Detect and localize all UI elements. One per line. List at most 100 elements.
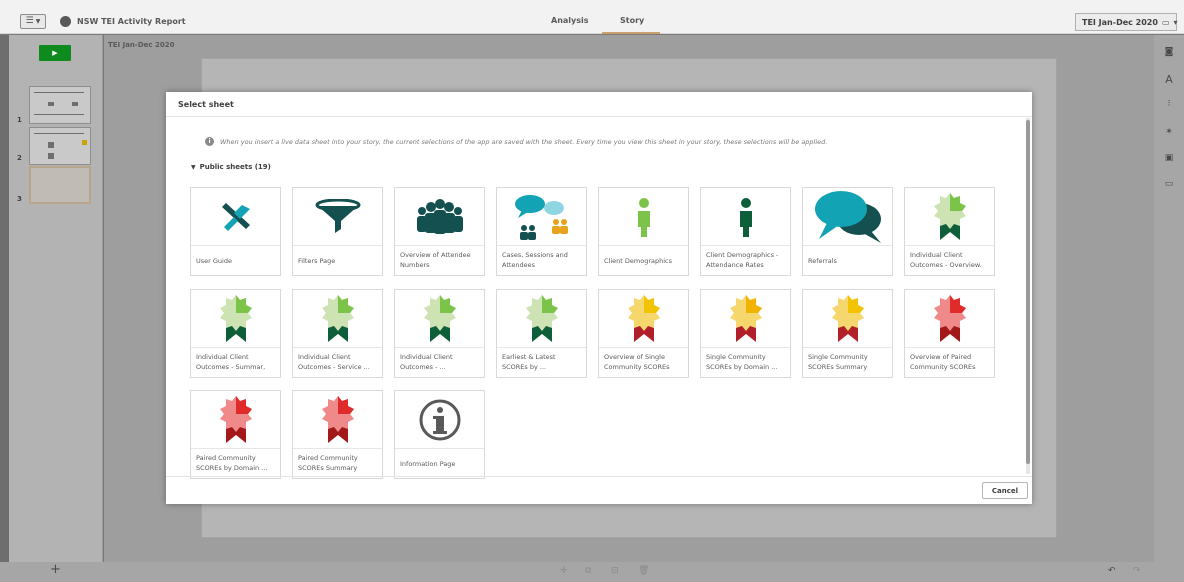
sheet-label: User Guide: [196, 257, 232, 265]
sheet-card[interactable]: Overview of Single Community SCOREs: [598, 289, 689, 378]
copy-icon[interactable]: ⊟: [611, 566, 619, 576]
left-edge: [0, 35, 9, 582]
top-bar: ☰ ▼ NSW TEI Activity Report Analysis Sto…: [0, 0, 1184, 34]
cancel-button[interactable]: Cancel: [982, 482, 1028, 499]
ribbon-icon: [599, 290, 688, 348]
slide-thumbnail-3[interactable]: [29, 166, 91, 204]
sheet-label: Overview of Attendee Numbers: [400, 251, 471, 269]
ribbon-icon: [191, 290, 280, 348]
ribbon-icon: [701, 290, 790, 348]
sheet-card[interactable]: Filters Page: [292, 187, 383, 276]
media-icon[interactable]: ▣: [1162, 153, 1176, 163]
tools-icon: [191, 188, 280, 246]
sheet-card[interactable]: Individual Client Outcomes - ...: [394, 289, 485, 378]
sheet-icon[interactable]: ▭: [1162, 179, 1176, 189]
person-icon: [701, 188, 790, 246]
sheet-card[interactable]: Earliest & Latest SCOREs by ...: [496, 289, 587, 378]
selection-dropdown[interactable]: TEI Jan-Dec 2020 ▭ ▾: [1075, 13, 1178, 31]
sheet-label: Client Demographics: [604, 257, 672, 265]
speech-bubbles-icon: [803, 188, 892, 246]
dialog-footer: [166, 476, 1032, 504]
sheet-label: Referrals: [808, 257, 837, 265]
dialog-title: Select sheet: [178, 100, 234, 109]
tab-analysis[interactable]: Analysis: [551, 16, 589, 25]
ribbon-icon: [905, 290, 994, 348]
sheet-label: Paired Community SCOREs Summary: [298, 454, 358, 472]
chat-people-icon: [497, 188, 586, 246]
funnel-icon: [293, 188, 382, 246]
text-icon[interactable]: A: [1162, 73, 1176, 86]
sheet-card[interactable]: Client Demographics - Attendance Rates: [700, 187, 791, 276]
sheet-label: Individual Client Outcomes - ...: [400, 353, 453, 371]
sheet-card[interactable]: Individual Client Outcomes - Overview.: [904, 187, 995, 276]
right-toolbar: ◙ A ⁝ ✶ ▣ ▭: [1154, 35, 1184, 562]
hamburger-icon: ☰: [25, 16, 34, 26]
redo-icon[interactable]: ↷: [1133, 566, 1141, 576]
sheet-card[interactable]: User Guide: [190, 187, 281, 276]
snapshot-icon[interactable]: ◙: [1162, 47, 1176, 57]
chevron-down-icon: ▼: [35, 18, 41, 25]
sheet-label: Single Community SCOREs Summary: [808, 353, 868, 371]
sheet-card[interactable]: Single Community SCOREs by Domain ...: [700, 289, 791, 378]
sheet-card[interactable]: Overview of Attendee Numbers: [394, 187, 485, 276]
sheet-label: Individual Client Outcomes - Overview.: [910, 251, 982, 269]
ribbon-icon: [497, 290, 586, 348]
shapes-icon[interactable]: ⁝: [1162, 99, 1176, 109]
tab-story[interactable]: Story: [620, 16, 644, 25]
add-slide-button[interactable]: +: [50, 562, 61, 577]
ribbon-icon: [293, 391, 382, 449]
sheet-card[interactable]: Information Page: [394, 390, 485, 479]
sheet-card[interactable]: Paired Community SCOREs Summary: [292, 390, 383, 479]
app-title: NSW TEI Activity Report: [77, 17, 186, 26]
active-tab-indicator: [602, 32, 660, 34]
sheet-label: Filters Page: [298, 257, 336, 265]
play-button[interactable]: ▶: [39, 45, 71, 61]
story-title: TEI Jan-Dec 2020: [108, 41, 175, 49]
ribbon-icon: [395, 290, 484, 348]
sheet-card[interactable]: Client Demographics: [598, 187, 689, 276]
group-icon: [395, 188, 484, 246]
sheet-label: Earliest & Latest SCOREs by ...: [502, 353, 556, 371]
sheet-card[interactable]: Single Community SCOREs Summary: [802, 289, 893, 378]
bottom-bar: [0, 562, 1184, 582]
sheet-card[interactable]: Individual Client Outcomes - Service ...: [292, 289, 383, 378]
sheet-card[interactable]: Overview of Paired Community SCOREs: [904, 289, 995, 378]
sheet-label: Overview of Single Community SCOREs: [604, 353, 670, 371]
scrollbar-thumb[interactable]: [1026, 120, 1030, 464]
sheet-label: Individual Client Outcomes - Summar,: [196, 353, 266, 371]
dialog-header: Select sheet: [166, 92, 1032, 117]
sheet-card[interactable]: Cases, Sessions and Attendees: [496, 187, 587, 276]
select-sheet-dialog: Select sheet i When you insert a live da…: [166, 92, 1032, 504]
app-icon: [60, 16, 71, 27]
caret-down-icon: ▼: [191, 163, 196, 171]
sheet-card[interactable]: Referrals: [802, 187, 893, 276]
add-icon[interactable]: ✛: [560, 566, 568, 576]
slide-number: 2: [17, 154, 22, 162]
sheet-card[interactable]: Individual Client Outcomes - Summar,: [190, 289, 281, 378]
ribbon-icon: [803, 290, 892, 348]
sheet-label: Individual Client Outcomes - Service ...: [298, 353, 370, 371]
info-message: i When you insert a live data sheet into…: [205, 137, 827, 146]
effects-icon[interactable]: ✶: [1162, 127, 1176, 137]
duplicate-icon[interactable]: ⧉: [585, 566, 591, 576]
info-icon: [395, 391, 484, 449]
public-sheets-toggle[interactable]: ▼ Public sheets (19): [191, 163, 271, 171]
slide-thumbnail-2[interactable]: [29, 127, 91, 165]
chevron-down-icon: ▾: [1173, 17, 1178, 27]
delete-icon[interactable]: 🗑: [638, 566, 649, 576]
slide-number: 3: [17, 195, 22, 203]
play-icon: ▶: [52, 49, 58, 57]
slide-number: 1: [17, 116, 22, 124]
selection-label: TEI Jan-Dec 2020: [1082, 17, 1158, 27]
sheet-card[interactable]: Paired Community SCOREs by Domain ...: [190, 390, 281, 479]
ribbon-icon: [293, 290, 382, 348]
ribbon-icon: [905, 188, 994, 246]
sheet-label: Paired Community SCOREs by Domain ...: [196, 454, 268, 472]
sheet-label: Overview of Paired Community SCOREs: [910, 353, 976, 371]
slide-thumbnail-1[interactable]: [29, 86, 91, 124]
section-label: Public sheets (19): [199, 163, 271, 171]
menu-button[interactable]: ☰ ▼: [20, 14, 46, 29]
undo-icon[interactable]: ↶: [1108, 566, 1116, 576]
sheet-label: Cases, Sessions and Attendees: [502, 251, 568, 269]
ribbon-icon: [191, 391, 280, 449]
